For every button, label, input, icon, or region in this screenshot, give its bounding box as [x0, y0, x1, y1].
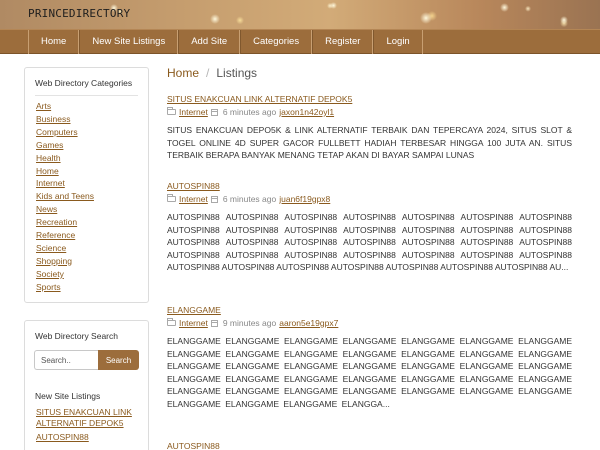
listing-title[interactable]: AUTOSPIN88	[167, 441, 572, 450]
listing-item: AUTOSPIN88	[167, 441, 572, 450]
calendar-icon	[210, 108, 218, 116]
folder-icon	[167, 107, 176, 115]
category-link-news[interactable]: News	[36, 203, 148, 216]
listing-item: AUTOSPIN88 Internet 6 minutes ago juan6f…	[167, 181, 572, 274]
new-listing-link[interactable]: SITUS ENAKCUAN LINK ALTERNATIF DEPOK5	[36, 407, 144, 428]
listing-item: ELANGGAME Internet 9 minutes ago aaron5e…	[167, 305, 572, 410]
search-panel: Web Directory Search Search New Site Lis…	[24, 320, 149, 450]
category-link-computers[interactable]: Computers	[36, 126, 148, 139]
breadcrumb-separator: /	[206, 66, 210, 80]
nav-home[interactable]: Home	[28, 30, 80, 54]
new-listings-list: SITUS ENAKCUAN LINK ALTERNATIF DEPOK5 AU…	[36, 407, 148, 443]
folder-icon	[167, 194, 176, 202]
listing-title[interactable]: SITUS ENAKCUAN LINK ALTERNATIF DEPOK5	[167, 94, 572, 104]
listing-category[interactable]: Internet	[179, 194, 208, 204]
new-listings-heading: New Site Listings	[35, 391, 101, 401]
listing-author[interactable]: juan6f19gpx8	[279, 194, 330, 204]
folder-icon	[167, 318, 176, 326]
calendar-icon	[210, 195, 218, 203]
nav-register[interactable]: Register	[312, 30, 374, 54]
category-link-society[interactable]: Society	[36, 268, 148, 281]
listing-item: SITUS ENAKCUAN LINK ALTERNATIF DEPOK5 In…	[167, 94, 572, 162]
category-link-kids-and-teens[interactable]: Kids and Teens	[36, 190, 148, 203]
nav-categories[interactable]: Categories	[240, 30, 313, 54]
category-link-business[interactable]: Business	[36, 113, 148, 126]
listing-author[interactable]: jaxon1n42oyl1	[279, 107, 334, 117]
listing-meta: Internet 9 minutes ago aaron5e19gpx7	[167, 318, 572, 328]
category-link-reference[interactable]: Reference	[36, 229, 148, 242]
main-nav: Home New Site Listings Add Site Categori…	[0, 29, 600, 54]
listing-meta: Internet 6 minutes ago jaxon1n42oyl1	[167, 107, 572, 117]
search-input[interactable]	[34, 350, 98, 370]
category-link-health[interactable]: Health	[36, 152, 148, 165]
site-title[interactable]: PRINCEDIRECTORY	[28, 7, 130, 20]
nav-login[interactable]: Login	[373, 30, 423, 54]
listing-description: ELANGGAME ELANGGAME ELANGGAME ELANGGAME …	[167, 336, 572, 409]
listing-author[interactable]: aaron5e19gpx7	[279, 318, 338, 328]
category-link-internet[interactable]: Internet	[36, 177, 148, 190]
listing-description: SITUS ENAKCUAN DEPO5K & LINK ALTERNATIF …	[167, 125, 572, 160]
header-banner: PRINCEDIRECTORY	[0, 0, 600, 29]
category-list: Arts Business Computers Games Health Hom…	[36, 100, 148, 294]
category-link-sports[interactable]: Sports	[36, 281, 148, 294]
search-form: Search	[34, 350, 148, 370]
nav-list: Home New Site Listings Add Site Categori…	[28, 30, 423, 54]
category-link-shopping[interactable]: Shopping	[36, 255, 148, 268]
calendar-icon	[210, 319, 218, 327]
breadcrumb: Home / Listings	[167, 66, 257, 80]
search-heading: Web Directory Search	[35, 331, 118, 341]
listing-title[interactable]: ELANGGAME	[167, 305, 572, 315]
nav-new-site-listings[interactable]: New Site Listings	[79, 30, 179, 54]
listing-time: 6 minutes ago	[222, 194, 277, 204]
listing-description: AUTOSPIN88 AUTOSPIN88 AUTOSPIN88 AUTOSPI…	[167, 212, 572, 272]
new-listing-link[interactable]: AUTOSPIN88	[36, 432, 144, 443]
breadcrumb-home[interactable]: Home	[167, 66, 199, 80]
category-link-science[interactable]: Science	[36, 242, 148, 255]
categories-heading: Web Directory Categories	[35, 78, 133, 88]
breadcrumb-current: Listings	[216, 66, 258, 80]
category-link-home[interactable]: Home	[36, 165, 148, 178]
search-button[interactable]: Search	[98, 350, 139, 370]
listing-category[interactable]: Internet	[179, 318, 208, 328]
listing-meta: Internet 6 minutes ago juan6f19gpx8	[167, 194, 572, 204]
listing-title[interactable]: AUTOSPIN88	[167, 181, 572, 191]
listing-time: 6 minutes ago	[222, 107, 277, 117]
listing-time: 9 minutes ago	[222, 318, 277, 328]
listing-category[interactable]: Internet	[179, 107, 208, 117]
category-link-games[interactable]: Games	[36, 139, 148, 152]
categories-panel: Web Directory Categories Arts Business C…	[24, 67, 149, 303]
nav-add-site[interactable]: Add Site	[178, 30, 241, 54]
divider	[35, 95, 138, 96]
category-link-recreation[interactable]: Recreation	[36, 216, 148, 229]
category-link-arts[interactable]: Arts	[36, 100, 148, 113]
